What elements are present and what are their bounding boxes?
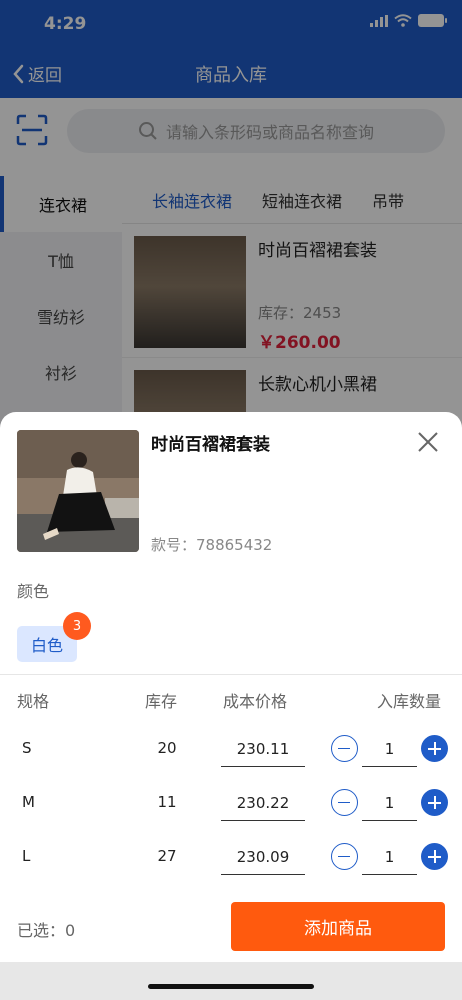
color-count-badge: 3 xyxy=(63,612,91,640)
header-qty: 入库数量 xyxy=(377,692,442,711)
stock-value: 27 xyxy=(157,847,177,865)
stock-value: 20 xyxy=(157,739,177,757)
selected-count: 已选：0 xyxy=(17,921,76,940)
size-value: S xyxy=(22,739,32,757)
table-row: L 27 230.09 1 xyxy=(0,833,462,883)
sheet-product-image xyxy=(17,430,139,552)
cost-price-input[interactable]: 230.22 xyxy=(221,785,305,821)
add-product-button[interactable]: 添加商品 xyxy=(231,902,445,951)
color-label: 颜色 xyxy=(17,582,50,601)
home-indicator[interactable] xyxy=(148,984,314,989)
minus-icon[interactable] xyxy=(331,735,358,762)
stock-value: 11 xyxy=(157,793,177,811)
product-photo xyxy=(17,430,139,552)
product-sheet: 时尚百褶裙套装 款号：78865432 颜色 白色 3 规格 库存 成本价格 入… xyxy=(0,412,462,1000)
home-area xyxy=(0,962,462,1000)
quantity-input[interactable]: 1 xyxy=(362,785,417,821)
table-row: M 11 230.22 1 xyxy=(0,779,462,829)
header-cost: 成本价格 xyxy=(223,692,288,711)
quantity-input[interactable]: 1 xyxy=(362,731,417,767)
minus-icon[interactable] xyxy=(331,843,358,870)
header-size: 规格 xyxy=(17,692,50,711)
cost-price-input[interactable]: 230.11 xyxy=(221,731,305,767)
close-icon[interactable] xyxy=(412,426,444,458)
table-row: S 20 230.11 1 xyxy=(0,725,462,775)
size-value: L xyxy=(22,847,31,865)
minus-icon[interactable] xyxy=(331,789,358,816)
quantity-input[interactable]: 1 xyxy=(362,839,417,875)
divider xyxy=(0,674,462,675)
product-code: 款号：78865432 xyxy=(151,536,273,554)
spec-table-header: 规格 库存 成本价格 入库数量 xyxy=(0,688,462,712)
sheet-product-title: 时尚百褶裙套装 xyxy=(151,435,270,455)
header-stock: 库存 xyxy=(145,692,178,711)
plus-icon[interactable] xyxy=(421,789,448,816)
plus-icon[interactable] xyxy=(421,843,448,870)
cost-price-input[interactable]: 230.09 xyxy=(221,839,305,875)
plus-icon[interactable] xyxy=(421,735,448,762)
size-value: M xyxy=(22,793,35,811)
